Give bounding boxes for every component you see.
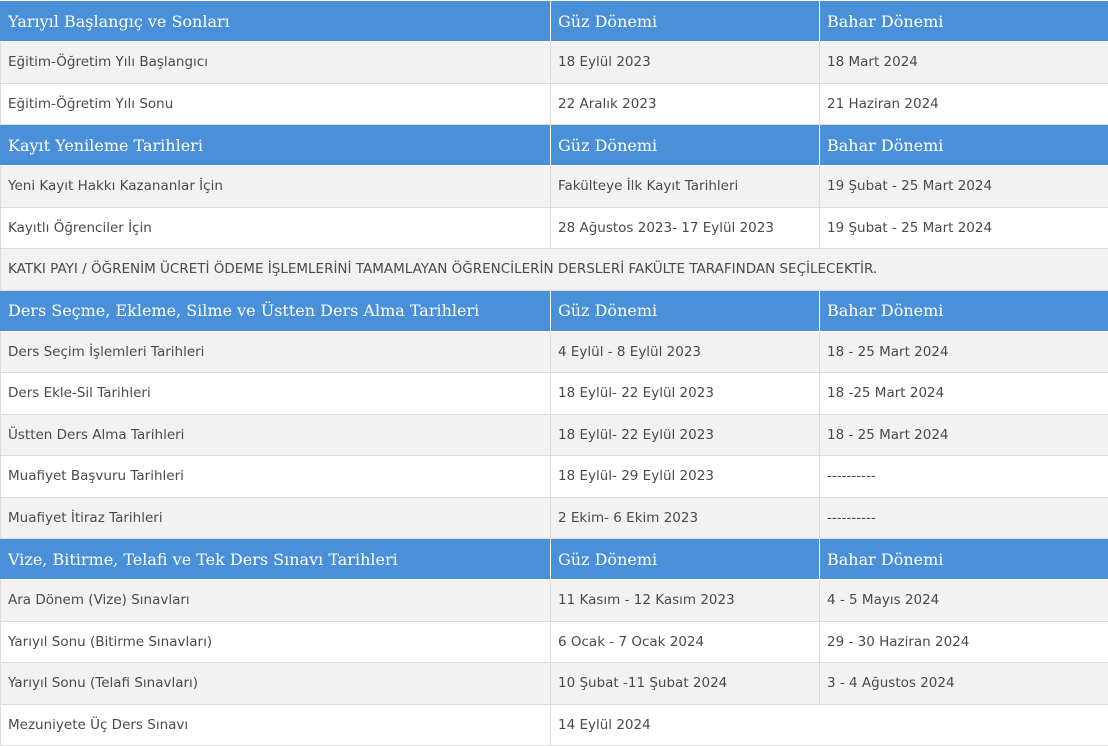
bahar-value: 18 - 25 Mart 2024 — [820, 414, 1108, 456]
bahar-value: 21 Haziran 2024 — [820, 83, 1108, 125]
row-label: Mezuniyete Üç Ders Sınavı — [1, 704, 551, 746]
merged-date-value: 14 Eylül 2024 — [551, 704, 1108, 746]
bahar-value: ---------- — [820, 497, 1108, 539]
bahar-value: ---------- — [820, 456, 1108, 498]
bahar-value: 18 - 25 Mart 2024 — [820, 331, 1108, 373]
row-label: Yarıyıl Sonu (Telafi Sınavları) — [1, 663, 551, 705]
row-label: Muafiyet Başvuru Tarihleri — [1, 456, 551, 498]
table-row: Üstten Ders Alma Tarihleri 18 Eylül- 22 … — [1, 414, 1108, 456]
section-header-ders-secme: Ders Seçme, Ekleme, Silme ve Üstten Ders… — [1, 290, 1108, 331]
row-label: Ara Dönem (Vize) Sınavları — [1, 580, 551, 622]
guz-value: 10 Şubat -11 Şubat 2024 — [551, 663, 820, 705]
section-header-kayit: Kayıt Yenileme Tarihleri Güz Dönemi Baha… — [1, 125, 1108, 166]
bahar-value: 18 Mart 2024 — [820, 42, 1108, 84]
column-header-bahar: Bahar Dönemi — [820, 290, 1108, 331]
row-label: Yarıyıl Sonu (Bitirme Sınavları) — [1, 621, 551, 663]
row-label: Ders Seçim İşlemleri Tarihleri — [1, 331, 551, 373]
section-header-yariyil: Yarıyıl Başlangıç ve Sonları Güz Dönemi … — [1, 1, 1108, 42]
table-row: Kayıtlı Öğrenciler İçin 28 Ağustos 2023-… — [1, 207, 1108, 249]
guz-value: 6 Ocak - 7 Ocak 2024 — [551, 621, 820, 663]
section-title: Ders Seçme, Ekleme, Silme ve Üstten Ders… — [1, 290, 551, 331]
table-row: Ara Dönem (Vize) Sınavları 11 Kasım - 12… — [1, 580, 1108, 622]
section-title: Yarıyıl Başlangıç ve Sonları — [1, 1, 551, 42]
notice-row: KATKI PAYI / ÖĞRENİM ÜCRETİ ÖDEME İŞLEML… — [1, 249, 1108, 291]
table-row: Ders Ekle-Sil Tarihleri 18 Eylül- 22 Eyl… — [1, 373, 1108, 415]
table-row: Yarıyıl Sonu (Telafi Sınavları) 10 Şubat… — [1, 663, 1108, 705]
table-row: Muafiyet İtiraz Tarihleri 2 Ekim- 6 Ekim… — [1, 497, 1108, 539]
row-label: Yeni Kayıt Hakkı Kazananlar İçin — [1, 166, 551, 208]
guz-value: 4 Eylül - 8 Eylül 2023 — [551, 331, 820, 373]
table-row: Ders Seçim İşlemleri Tarihleri 4 Eylül -… — [1, 331, 1108, 373]
table-row: Muafiyet Başvuru Tarihleri 18 Eylül- 29 … — [1, 456, 1108, 498]
column-header-guz: Güz Dönemi — [551, 1, 820, 42]
guz-value: 11 Kasım - 12 Kasım 2023 — [551, 580, 820, 622]
column-header-bahar: Bahar Dönemi — [820, 539, 1108, 580]
guz-value: 18 Eylül- 29 Eylül 2023 — [551, 456, 820, 498]
table-row: Yarıyıl Sonu (Bitirme Sınavları) 6 Ocak … — [1, 621, 1108, 663]
guz-value: Fakülteye İlk Kayıt Tarihleri — [551, 166, 820, 208]
row-label: Muafiyet İtiraz Tarihleri — [1, 497, 551, 539]
column-header-guz: Güz Dönemi — [551, 539, 820, 580]
bahar-value: 19 Şubat - 25 Mart 2024 — [820, 166, 1108, 208]
guz-value: 18 Eylül- 22 Eylül 2023 — [551, 414, 820, 456]
payment-notice: KATKI PAYI / ÖĞRENİM ÜCRETİ ÖDEME İŞLEML… — [1, 249, 1108, 291]
row-label: Üstten Ders Alma Tarihleri — [1, 414, 551, 456]
bahar-value: 3 - 4 Ağustos 2024 — [820, 663, 1108, 705]
column-header-bahar: Bahar Dönemi — [820, 1, 1108, 42]
section-title: Kayıt Yenileme Tarihleri — [1, 125, 551, 166]
guz-value: 18 Eylül 2023 — [551, 42, 820, 84]
guz-value: 28 Ağustos 2023- 17 Eylül 2023 — [551, 207, 820, 249]
academic-calendar-table: Yarıyıl Başlangıç ve Sonları Güz Dönemi … — [0, 0, 1108, 746]
guz-value: 18 Eylül- 22 Eylül 2023 — [551, 373, 820, 415]
bahar-value: 29 - 30 Haziran 2024 — [820, 621, 1108, 663]
table-row-merged: Mezuniyete Üç Ders Sınavı 14 Eylül 2024 — [1, 704, 1108, 746]
row-label: Kayıtlı Öğrenciler İçin — [1, 207, 551, 249]
row-label: Eğitim-Öğretim Yılı Başlangıcı — [1, 42, 551, 84]
row-label: Ders Ekle-Sil Tarihleri — [1, 373, 551, 415]
column-header-guz: Güz Dönemi — [551, 125, 820, 166]
table-row: Yeni Kayıt Hakkı Kazananlar İçin Fakülte… — [1, 166, 1108, 208]
table-row: Eğitim-Öğretim Yılı Başlangıcı 18 Eylül … — [1, 42, 1108, 84]
guz-value: 2 Ekim- 6 Ekim 2023 — [551, 497, 820, 539]
row-label: Eğitim-Öğretim Yılı Sonu — [1, 83, 551, 125]
column-header-bahar: Bahar Dönemi — [820, 125, 1108, 166]
column-header-guz: Güz Dönemi — [551, 290, 820, 331]
guz-value: 22 Aralık 2023 — [551, 83, 820, 125]
table-row: Eğitim-Öğretim Yılı Sonu 22 Aralık 2023 … — [1, 83, 1108, 125]
bahar-value: 4 - 5 Mayıs 2024 — [820, 580, 1108, 622]
bahar-value: 19 Şubat - 25 Mart 2024 — [820, 207, 1108, 249]
section-header-sinav: Vize, Bitirme, Telafi ve Tek Ders Sınavı… — [1, 539, 1108, 580]
section-title: Vize, Bitirme, Telafi ve Tek Ders Sınavı… — [1, 539, 551, 580]
bahar-value: 18 -25 Mart 2024 — [820, 373, 1108, 415]
